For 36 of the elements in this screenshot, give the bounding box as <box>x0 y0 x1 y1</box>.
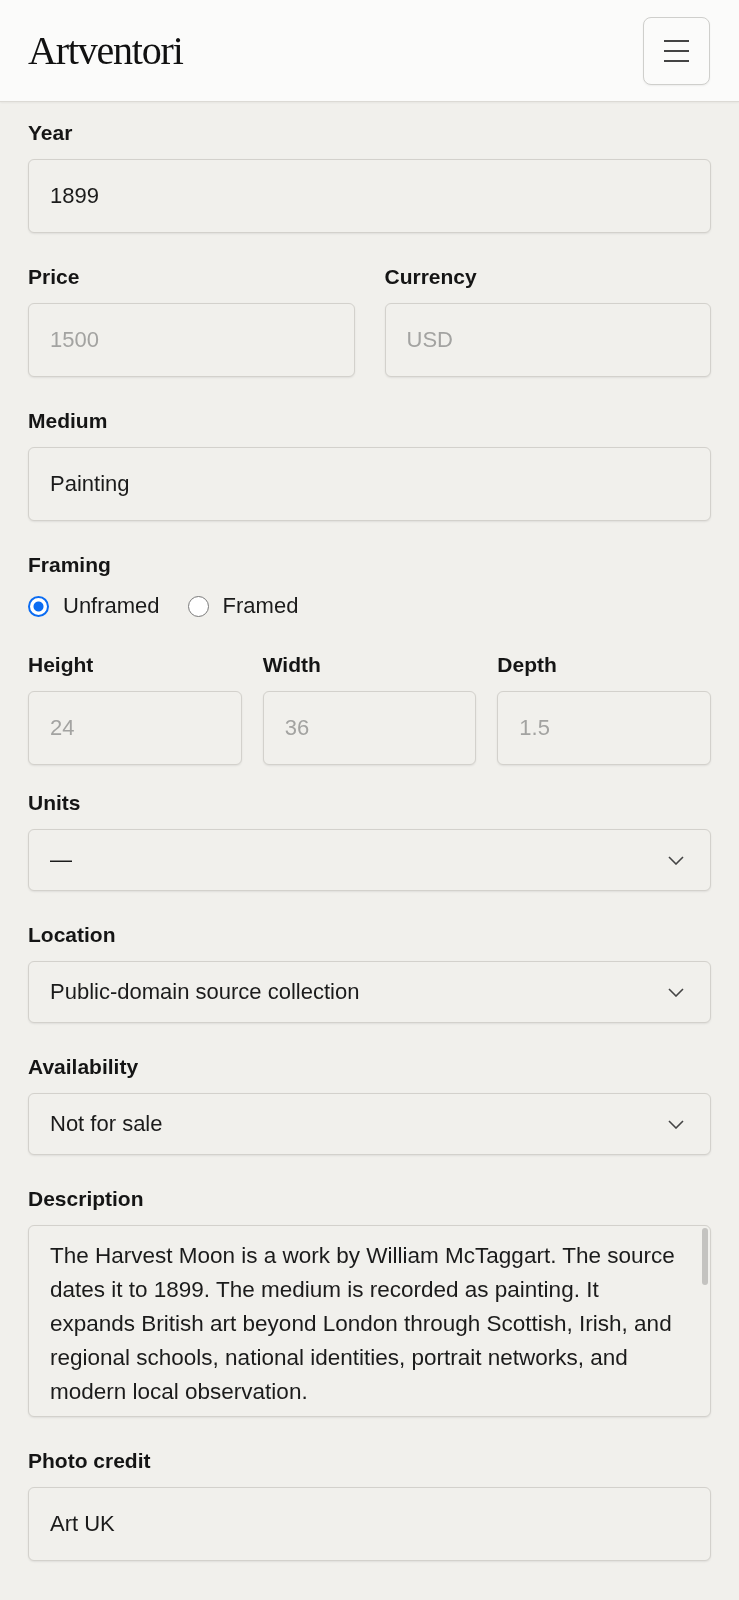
chevron-down-icon <box>668 855 684 865</box>
field-label: Depth <box>497 652 557 678</box>
field-label: Availability <box>28 1054 139 1080</box>
menu-button[interactable] <box>643 16 710 85</box>
logo[interactable]: Artventori <box>28 30 183 71</box>
radio-label[interactable]: Unframed <box>63 591 160 621</box>
radio-button[interactable] <box>187 595 209 617</box>
field-label: Location <box>28 922 116 948</box>
dropdown[interactable]: — <box>28 829 711 891</box>
text-field[interactable]: 1.5 <box>497 691 711 765</box>
text-field[interactable]: Art UK <box>28 1487 711 1561</box>
field-label: Width <box>262 652 321 678</box>
dropdown[interactable]: Not for sale <box>28 1093 711 1155</box>
chevron-down-icon <box>668 987 684 997</box>
field-label: Currency <box>384 264 477 290</box>
field-label: Units <box>28 790 81 816</box>
field-label: Photo credit <box>28 1448 151 1474</box>
text-field[interactable]: 1500 <box>28 303 355 377</box>
scrollbar-thumb[interactable] <box>702 1228 708 1285</box>
field-label: Framing <box>28 552 111 578</box>
chevron-down-icon <box>668 1119 684 1129</box>
text-field[interactable]: 1899 <box>28 159 711 233</box>
menu-icon <box>664 39 689 62</box>
field-label: Description <box>28 1186 144 1212</box>
field-label: Year <box>28 120 73 146</box>
text-area[interactable]: The Harvest Moon is a work by William McTaggart. The source dates it to 1899. The medium is recorded as painting. It expands British art beyond London through Scottish, Irish, and regional schools, national identities, portrait networks, and modern local observation. <box>28 1225 711 1417</box>
field-label: Height <box>28 652 94 678</box>
text-field[interactable]: 24 <box>28 691 242 765</box>
text-field[interactable]: 36 <box>262 691 477 765</box>
text-field[interactable]: Painting <box>28 447 711 521</box>
dropdown[interactable]: Public-domain source collection <box>28 961 711 1023</box>
radio-button[interactable] <box>28 595 49 617</box>
text-field[interactable]: USD <box>384 303 711 377</box>
radio-label[interactable]: Framed <box>222 591 299 621</box>
field-label: Price <box>28 264 80 290</box>
field-label: Medium <box>28 408 108 434</box>
